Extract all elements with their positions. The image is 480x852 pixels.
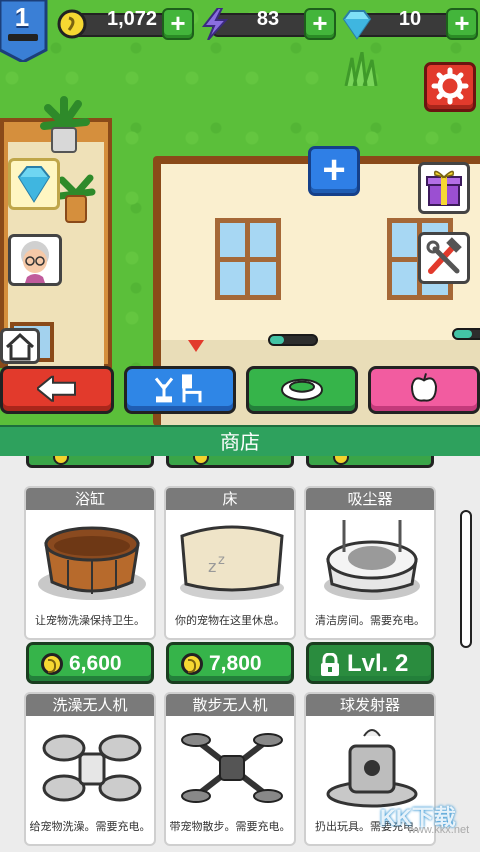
gem-counter: 10 + xyxy=(340,8,478,40)
card-description: 给宠物洗澡。需要充电。 xyxy=(29,820,151,833)
card-title: 球发射器 xyxy=(306,694,434,716)
card-description: 你的宠物在这里休息。 xyxy=(175,614,285,627)
buy-bed-button[interactable]: 7,800 xyxy=(166,642,294,684)
gift-button[interactable] xyxy=(418,162,470,214)
card-title: 洗澡无人机 xyxy=(26,694,154,716)
lock-icon xyxy=(321,653,339,676)
build-tools-button[interactable] xyxy=(418,232,470,284)
shop-title: 商店 xyxy=(0,425,480,456)
card-description: 清洁房间。需要充电。 xyxy=(315,614,425,627)
bath-drone-icon xyxy=(42,734,142,802)
pet-bowl-icon xyxy=(281,378,323,401)
food-category-button[interactable] xyxy=(368,366,480,414)
coin-icon xyxy=(57,9,87,39)
gem-value: 10 xyxy=(398,8,422,30)
price-button-partial[interactable] xyxy=(26,456,154,468)
progress-fill xyxy=(270,336,284,344)
card-title: 浴缸 xyxy=(26,488,154,510)
arrow-left-icon xyxy=(37,375,76,402)
energy-counter: 83 + xyxy=(198,8,336,40)
card-title: 吸尘器 xyxy=(306,488,434,510)
progress-fill xyxy=(454,330,472,338)
locked-vacuum-button[interactable]: Lvl. 2 xyxy=(306,642,434,684)
card-description: 让宠物洗澡保持卫生。 xyxy=(35,614,145,627)
shop-panel[interactable]: 浴缸 让宠物洗澡保持卫生。 6,600 床 z z 你的宠物在这里休息。 7,8… xyxy=(0,456,480,852)
coin-icon xyxy=(41,653,63,675)
home-button[interactable] xyxy=(0,328,40,364)
level-number: 1 xyxy=(14,2,30,32)
apple-icon xyxy=(410,373,438,402)
price-value: 7,800 xyxy=(209,652,262,675)
furniture-category-button[interactable] xyxy=(124,366,236,414)
vacuum-robot-icon xyxy=(324,520,420,600)
watermark-logo: KK下载 www.kkx.net xyxy=(380,800,469,836)
bathtub-icon xyxy=(38,526,146,600)
house-icon xyxy=(5,332,35,361)
gem-offer-button[interactable] xyxy=(8,158,60,210)
add-gems-button[interactable]: + xyxy=(446,8,478,40)
item-progress-bar xyxy=(452,328,480,340)
card-title: 散步无人机 xyxy=(166,694,294,716)
level-badge[interactable]: 1 xyxy=(0,0,52,62)
shop-card-bathtub[interactable]: 浴缸 让宠物洗澡保持卫生。 xyxy=(24,486,156,640)
coin-icon xyxy=(333,456,349,465)
coin-icon xyxy=(53,456,69,465)
shop-card-vacuum[interactable]: 吸尘器 清洁房间。需要充电。 xyxy=(304,486,436,640)
buy-bathtub-button[interactable]: 6,600 xyxy=(26,642,154,684)
settings-button[interactable] xyxy=(424,62,476,112)
gift-icon xyxy=(426,170,462,206)
xp-bar xyxy=(8,34,38,41)
diamond-icon xyxy=(17,166,51,203)
card-description: 带宠物散步。需要充电。 xyxy=(169,820,291,833)
lightning-icon xyxy=(201,8,229,40)
palm-plant-icon xyxy=(56,174,96,223)
palm-plant-icon xyxy=(40,96,90,153)
price-button-partial[interactable] xyxy=(306,456,434,468)
card-title: 床 xyxy=(166,488,294,510)
shop-scrollbar[interactable] xyxy=(460,510,472,648)
energy-value: 83 xyxy=(256,8,280,30)
hammer-wrench-icon xyxy=(426,237,462,274)
tv-stand-progress-bar xyxy=(268,334,318,346)
price-value: 6,600 xyxy=(69,652,122,675)
price-button-partial[interactable] xyxy=(166,456,294,468)
grandma-avatar-button[interactable] xyxy=(8,234,62,286)
back-button[interactable] xyxy=(0,366,114,414)
room-window xyxy=(215,218,281,300)
shop-card-walk-drone[interactable]: 散步无人机 带宠物散步。需要充电。 xyxy=(164,692,296,846)
add-coins-button[interactable]: + xyxy=(162,8,194,40)
location-marker-icon xyxy=(188,340,204,352)
game-scene[interactable]: 1 1,072 + 83 + 10 + + xyxy=(0,0,480,425)
bed-cushion-icon: z z xyxy=(180,525,284,600)
grass-tuft xyxy=(344,52,378,86)
shop-card-bed[interactable]: 床 z z 你的宠物在这里休息。 xyxy=(164,486,296,640)
svg-text:z: z xyxy=(208,557,216,576)
coin-counter: 1,072 + xyxy=(56,8,194,40)
diamond-icon xyxy=(342,10,372,40)
required-level: Lvl. 2 xyxy=(347,650,409,677)
svg-text:z: z xyxy=(218,553,225,568)
pet-bowl-category-button[interactable] xyxy=(246,366,358,414)
grandma-avatar xyxy=(21,241,49,283)
add-energy-button[interactable]: + xyxy=(304,8,336,40)
add-room-button[interactable]: + xyxy=(308,146,360,196)
walk-drone-icon xyxy=(181,733,283,803)
coin-icon xyxy=(193,456,209,465)
shop-card-bath-drone[interactable]: 洗澡无人机 给宠物洗澡。需要充电。 xyxy=(24,692,156,846)
coin-icon xyxy=(181,653,203,675)
plant-chair-icon xyxy=(154,374,202,403)
gear-icon xyxy=(431,67,469,105)
coin-value: 1,072 xyxy=(106,8,158,30)
watermark-url: www.kkx.net xyxy=(408,824,470,836)
